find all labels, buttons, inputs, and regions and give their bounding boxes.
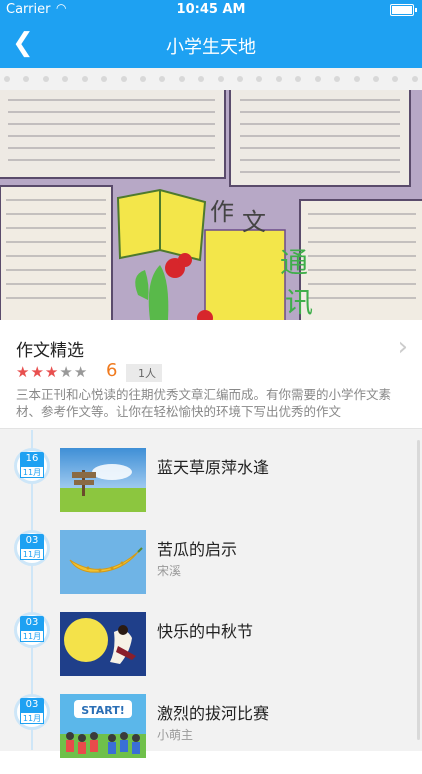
separator-dot xyxy=(4,76,10,82)
separator-dot xyxy=(392,76,399,82)
list-item[interactable]: 16 11月 蓝天草原萍水逢 xyxy=(0,448,422,528)
separator-dot xyxy=(411,76,418,82)
article-title[interactable]: 蓝天草原萍水逢 xyxy=(157,454,269,478)
date-day: 03 xyxy=(20,616,44,630)
date-month: 11月 xyxy=(20,712,44,724)
date-badge: 03 11月 xyxy=(14,530,50,568)
svg-text:文: 文 xyxy=(242,208,266,236)
separator-dot xyxy=(81,76,88,82)
date-badge: 03 11月 xyxy=(14,612,50,650)
page-title: 小学生天地 xyxy=(166,37,256,58)
article-author: 小萌主 xyxy=(157,728,194,742)
star-empty-icon: ★ xyxy=(59,363,74,381)
star-filled-icon: ★ xyxy=(16,363,31,381)
article-thumbnail[interactable] xyxy=(60,530,146,594)
star-empty-icon: ★ xyxy=(73,363,89,381)
separator-dot xyxy=(178,76,185,82)
star-filled-icon: ★ xyxy=(30,363,45,381)
separator-dot xyxy=(42,76,49,82)
chevron-right-icon[interactable]: › xyxy=(398,332,408,362)
decorative-separator xyxy=(0,68,422,90)
date-day: 03 xyxy=(20,534,44,548)
separator-dot xyxy=(62,76,69,82)
svg-text:讯: 讯 xyxy=(285,286,313,319)
separator-dot xyxy=(373,76,380,82)
separator-dot xyxy=(295,76,302,82)
rating-value: 6 xyxy=(106,360,118,381)
star-filled-icon: ★ xyxy=(44,363,60,381)
separator-dot xyxy=(198,76,205,82)
date-month: 11月 xyxy=(20,630,44,642)
date-month: 11月 xyxy=(20,466,44,478)
separator-dot xyxy=(334,76,341,82)
separator-dot xyxy=(353,76,360,82)
list-item[interactable]: 03 11月 START! 激烈的拔河比赛 小萌主 xyxy=(0,694,422,774)
article-title[interactable]: 激烈的拔河比赛 xyxy=(157,700,269,724)
battery-icon xyxy=(390,4,417,16)
list-item[interactable]: 03 11月 快乐的中秋节 xyxy=(0,612,422,692)
svg-text:通: 通 xyxy=(280,246,308,279)
article-thumbnail[interactable] xyxy=(60,612,146,676)
date-month: 11月 xyxy=(20,548,44,560)
article-author: 宋溪 xyxy=(157,564,182,578)
svg-text:START!: START! xyxy=(81,704,125,717)
separator-dot xyxy=(23,76,30,82)
status-bar: Carrier ◠ 10:45 AM xyxy=(0,0,422,20)
separator-dot xyxy=(275,76,282,82)
separator-dot xyxy=(159,76,166,82)
banner-image[interactable]: 作 文 通 讯 xyxy=(0,90,422,320)
svg-text:作: 作 xyxy=(210,198,234,226)
date-badge: 03 11月 xyxy=(14,694,50,732)
date-day: 16 xyxy=(20,452,44,466)
separator-dot xyxy=(237,76,244,82)
separator-dot xyxy=(101,76,108,82)
article-thumbnail[interactable] xyxy=(60,448,146,512)
article-thumbnail[interactable]: START! xyxy=(60,694,146,758)
category-summary[interactable]: 作文精选 › ★★★★★ 6 1人 三本正刊和心悦读的往期优秀文章汇编而成。有你… xyxy=(0,320,422,428)
separator-dot xyxy=(139,76,146,82)
nav-bar: ❮ 小学生天地 xyxy=(0,20,422,68)
rating-count-badge: 1人 xyxy=(126,364,162,382)
status-time: 10:45 AM xyxy=(176,2,246,17)
separator-dot xyxy=(120,76,127,82)
list-item[interactable]: 03 11月 苦瓜的启示 宋溪 xyxy=(0,530,422,610)
article-title[interactable]: 苦瓜的启示 xyxy=(157,536,237,560)
article-title[interactable]: 快乐的中秋节 xyxy=(157,618,253,642)
date-day: 03 xyxy=(20,698,44,712)
date-badge: 16 11月 xyxy=(14,448,50,486)
star-rating: ★★★★★ xyxy=(16,363,88,381)
separator-dot xyxy=(217,76,224,82)
separator-dot xyxy=(256,76,263,82)
category-title: 作文精选 xyxy=(16,341,84,361)
category-description: 三本正刊和心悦读的往期优秀文章汇编而成。有你需要的小学作文素材、参考作文等。让你… xyxy=(16,387,392,419)
separator-dot xyxy=(314,76,321,82)
